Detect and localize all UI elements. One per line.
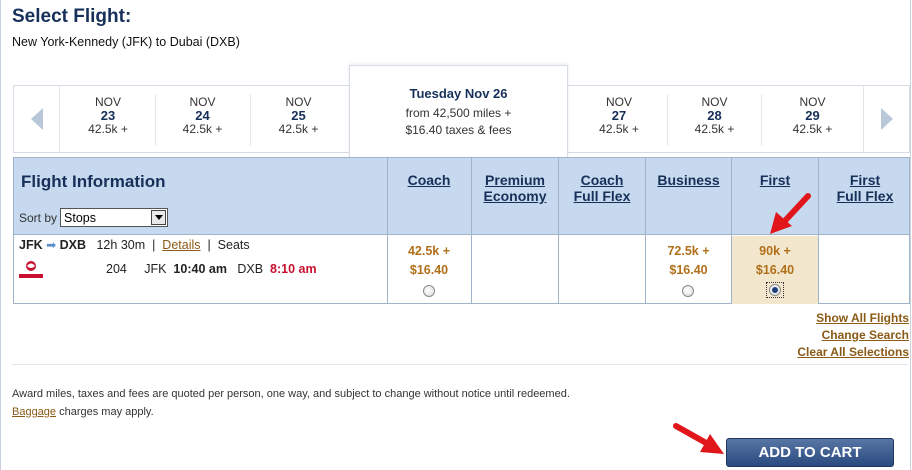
cabin-label-line2: Full Flex xyxy=(573,188,631,204)
next-dates-button[interactable] xyxy=(863,86,909,152)
destination-code: DXB xyxy=(59,238,87,252)
cabin-coach-header[interactable]: Coach xyxy=(388,172,470,188)
departure-time: 10:40 am xyxy=(173,262,227,276)
page-title: Select Flight: xyxy=(12,6,132,27)
date-day: 28 xyxy=(707,108,722,123)
flight-row: JFK ➡ DXB 12h 30m | Details | Seats 204 … xyxy=(14,236,909,304)
business-radio[interactable] xyxy=(682,285,694,297)
first-miles: 90k + xyxy=(759,244,791,258)
change-search-link[interactable]: Change Search xyxy=(797,327,909,344)
divider xyxy=(12,364,908,365)
date-option-nov-23[interactable]: NOV 23 42.5k + xyxy=(61,86,155,152)
date-miles: 42.5k + xyxy=(694,122,735,136)
first-price: 90k + $16.40 xyxy=(732,242,818,280)
disclaimer: Award miles, taxes and fees are quoted p… xyxy=(12,385,570,421)
flight-information-heading: Flight Information xyxy=(21,172,166,191)
departure-airport: JFK xyxy=(144,262,167,276)
cabin-business-header[interactable]: Business xyxy=(646,172,731,188)
date-day: 23 xyxy=(100,108,116,123)
cabin-label-line2: Economy xyxy=(483,188,547,204)
chevron-left-icon xyxy=(30,108,43,130)
disclaimer-line: Award miles, taxes and fees are quoted p… xyxy=(12,388,570,400)
business-fee: $16.40 xyxy=(669,263,708,277)
coach-fee: $16.40 xyxy=(409,263,449,277)
date-miles: 42.5k + xyxy=(792,122,833,136)
seats-label: Seats xyxy=(217,238,250,252)
coach-price: 42.5k + $16.40 xyxy=(388,242,470,280)
business-price: 72.5k + $16.40 xyxy=(646,242,731,280)
date-option-nov-28[interactable]: NOV 28 42.5k + xyxy=(668,86,761,152)
cabin-label: First xyxy=(849,172,881,188)
emirates-logo xyxy=(19,261,43,278)
column-divider xyxy=(731,158,732,303)
first-radio[interactable] xyxy=(769,284,781,296)
cabin-first-header[interactable]: First xyxy=(732,172,818,188)
arrival-time: 8:10 am xyxy=(270,262,317,276)
sort-control: Sort by Stops xyxy=(19,208,169,227)
clear-all-selections-link[interactable]: Clear All Selections xyxy=(797,344,909,361)
flight-detail: 204 JFK 10:40 am DXB 8:10 am xyxy=(106,262,317,276)
date-day: 24 xyxy=(195,108,210,123)
column-divider xyxy=(558,158,559,303)
origin-code: JFK xyxy=(19,238,43,252)
column-divider xyxy=(471,158,472,303)
table-actions: Show All Flights Change Search Clear All… xyxy=(797,310,909,361)
date-option-nov-29[interactable]: NOV 29 42.5k + xyxy=(762,86,863,152)
route-subtitle: New York-Kennedy (JFK) to Dubai (DXB) xyxy=(12,35,240,49)
column-divider xyxy=(387,158,388,303)
cabin-label: Coach xyxy=(580,172,624,188)
cabin-label: Coach xyxy=(407,172,451,188)
sort-label: Sort by xyxy=(19,210,58,225)
baggage-link[interactable]: Baggage xyxy=(12,406,56,418)
flight-summary: JFK ➡ DXB 12h 30m | Details | Seats xyxy=(19,238,250,252)
date-day: 29 xyxy=(805,108,820,123)
cabin-label: Business xyxy=(657,172,720,188)
sort-value: Stops xyxy=(64,210,96,225)
date-option-nov-25[interactable]: NOV 25 42.5k + xyxy=(251,86,346,152)
date-miles: 42.5k + xyxy=(278,122,319,136)
separator: | xyxy=(152,238,156,252)
column-divider xyxy=(818,158,819,303)
flight-number: 204 xyxy=(106,262,127,276)
date-option-nov-24[interactable]: NOV 24 42.5k + xyxy=(156,86,249,152)
selected-date-miles: from 42,500 miles + xyxy=(405,106,512,120)
arrow-right-icon: ➡ xyxy=(46,238,57,252)
date-day: 25 xyxy=(291,108,306,123)
details-link[interactable]: Details xyxy=(162,238,200,252)
arrival-airport: DXB xyxy=(237,262,264,276)
sort-select[interactable]: Stops xyxy=(60,208,169,227)
add-to-cart-button[interactable]: ADD TO CART xyxy=(726,438,894,467)
cabin-coach-full-flex-header[interactable]: Coach Full Flex xyxy=(559,172,645,204)
selected-date-title: Tuesday Nov 26 xyxy=(409,86,508,101)
cabin-label-line2: Full Flex xyxy=(836,188,894,204)
cabin-label: First xyxy=(759,172,791,188)
cabin-premium-economy-header[interactable]: Premium Economy xyxy=(472,172,558,204)
date-miles: 42.5k + xyxy=(88,122,128,136)
show-all-flights-link[interactable]: Show All Flights xyxy=(797,310,909,327)
selected-date-fees: $16.40 taxes & fees xyxy=(405,123,512,137)
date-option-nov-27[interactable]: NOV 27 42.5k + xyxy=(571,86,667,152)
business-miles: 72.5k + xyxy=(667,244,710,258)
date-day: 27 xyxy=(611,108,627,123)
prev-dates-button[interactable] xyxy=(14,86,60,152)
date-miles: 42.5k + xyxy=(182,122,223,136)
baggage-text: charges may apply. xyxy=(56,406,154,418)
column-divider xyxy=(645,158,646,303)
chevron-down-icon xyxy=(151,210,167,225)
cabin-first-full-flex-header[interactable]: First Full Flex xyxy=(819,172,911,204)
chevron-right-icon xyxy=(880,108,893,130)
duration: 12h 30m xyxy=(96,238,146,252)
separator: | xyxy=(207,238,211,252)
cabin-label: Premium xyxy=(485,172,545,188)
date-miles: 42.5k + xyxy=(599,122,639,136)
table-header: Flight Information Sort by Stops Coach P… xyxy=(14,158,909,235)
coach-miles: 42.5k + xyxy=(407,244,451,258)
coach-radio[interactable] xyxy=(423,285,435,297)
selected-date-tab[interactable]: Tuesday Nov 26 from 42,500 miles + $16.4… xyxy=(349,65,568,157)
baggage-line: Baggage charges may apply. xyxy=(12,403,570,421)
flight-table: Flight Information Sort by Stops Coach P… xyxy=(13,157,910,304)
first-fee: $16.40 xyxy=(755,263,795,277)
